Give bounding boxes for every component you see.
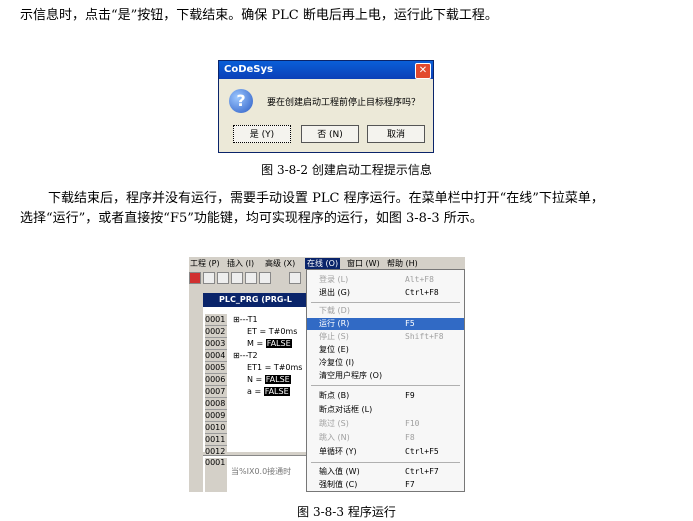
- menu-extras[interactable]: 高级 (X): [265, 258, 295, 269]
- question-icon: ?: [229, 89, 253, 113]
- menu-item-reset[interactable]: 复位 (E): [307, 344, 464, 356]
- code-line: ET1 = T#0ms: [247, 363, 303, 372]
- lower-pane: 0001 当%IX0.0接通时: [203, 455, 313, 492]
- code-line: N = FALSE: [247, 375, 291, 384]
- code-line: M = FALSE: [247, 339, 292, 348]
- menu-item-breakpoint-dialog[interactable]: 断点对话框 (L): [307, 404, 464, 416]
- menu-item-logout[interactable]: 退出 (G) Ctrl+F8: [307, 287, 464, 299]
- paragraph-top: 示信息时，点击“是”按钮，下载结束。确保 PLC 断电后再上电，运行此下载工程。: [20, 8, 498, 23]
- stop-icon[interactable]: [189, 272, 201, 284]
- value-false: FALSE: [265, 339, 292, 348]
- menu-item-run[interactable]: 运行 (R) F5: [307, 318, 464, 330]
- menu-item-cold-reset[interactable]: 冷复位 (I): [307, 357, 464, 369]
- comment-text: 当%IX0.0接通时: [231, 467, 292, 476]
- caption-figure-3-8-3: 图 3-8-3 程序运行: [297, 505, 396, 519]
- codesys-dialog: CoDeSys ✕ ? 要在创建启动工程前停止目标程序吗？ 是 (Y) 否 (N…: [218, 60, 434, 153]
- line-number: 0008: [205, 398, 227, 410]
- menu-item-clear-program[interactable]: 清空用户程序 (O): [307, 370, 464, 382]
- yes-button[interactable]: 是 (Y): [233, 125, 291, 143]
- menu-separator: [311, 462, 460, 463]
- dialog-message: 要在创建启动工程前停止目标程序吗？: [267, 98, 421, 108]
- line-number: 0001: [205, 458, 227, 492]
- menu-item-single-cycle[interactable]: 单循环 (Y) Ctrl+F5: [307, 446, 464, 458]
- menu-online[interactable]: 在线 (O): [305, 258, 341, 269]
- tree-icon[interactable]: [231, 272, 243, 284]
- close-icon[interactable]: ✕: [415, 63, 431, 79]
- line-number: 0004: [205, 350, 227, 362]
- menu-item-download[interactable]: 下载 (D): [307, 305, 464, 317]
- menu-help[interactable]: 帮助 (H): [387, 258, 418, 269]
- line-number: 0010: [205, 422, 227, 434]
- plc-prg-titlebar: PLC_PRG (PRG-L: [203, 293, 313, 307]
- paragraph-mid-line-2: 选择“运行”，或者直接按“F5”功能键，均可实现程序的运行，如图 3-8-3 所…: [20, 211, 483, 226]
- menu-item-force-values[interactable]: 强制值 (C) F7: [307, 479, 464, 491]
- copy-icon[interactable]: [245, 272, 257, 284]
- menu-item-step-in[interactable]: 跳入 (N) F8: [307, 432, 464, 444]
- line-number: 0003: [205, 338, 227, 350]
- code-line: ⊞---T2: [233, 351, 258, 360]
- line-number: 0001: [205, 314, 227, 326]
- line-number: 0011: [205, 434, 227, 446]
- menu-item-step-over[interactable]: 跳过 (S) F10: [307, 418, 464, 430]
- menubar: 工程 (P) 插入 (I) 高级 (X) 在线 (O) 窗口 (W) 帮助 (H…: [189, 257, 465, 269]
- paste-icon[interactable]: [259, 272, 271, 284]
- line-number: 0006: [205, 374, 227, 386]
- code-line: ET = T#0ms: [247, 327, 298, 336]
- menu-separator: [311, 302, 460, 303]
- codesys-screenshot: 工程 (P) 插入 (I) 高级 (X) 在线 (O) 窗口 (W) 帮助 (H…: [189, 257, 465, 492]
- document-icon[interactable]: [217, 272, 229, 284]
- caption-figure-3-8-2: 图 3-8-2 创建启动工程提示信息: [261, 163, 432, 177]
- toolbar: [189, 270, 309, 286]
- menu-item-breakpoint[interactable]: 断点 (B) F9: [307, 390, 464, 402]
- menu-item-login[interactable]: 登录 (L) Alt+F8: [307, 274, 464, 286]
- scissors-icon[interactable]: [289, 272, 301, 284]
- menu-project[interactable]: 工程 (P): [190, 258, 220, 269]
- dialog-title: CoDeSys: [224, 64, 273, 75]
- code-line: ⊞---T1: [233, 315, 258, 324]
- menu-insert[interactable]: 插入 (I): [227, 258, 254, 269]
- online-icon[interactable]: [203, 272, 215, 284]
- code-line: a = FALSE: [247, 387, 290, 396]
- cancel-button[interactable]: 取消: [367, 125, 425, 143]
- value-false: FALSE: [264, 375, 291, 384]
- menu-item-write-values[interactable]: 输入值 (W) Ctrl+F7: [307, 466, 464, 478]
- line-number: 0002: [205, 326, 227, 338]
- dialog-titlebar: CoDeSys ✕: [219, 61, 433, 79]
- online-dropdown-menu: 登录 (L) Alt+F8 退出 (G) Ctrl+F8 下载 (D) 运行 (R)…: [306, 269, 465, 492]
- menu-item-stop[interactable]: 停止 (S) Shift+F8: [307, 331, 464, 343]
- value-false: FALSE: [263, 387, 290, 396]
- line-number: 0005: [205, 362, 227, 374]
- line-number: 0009: [205, 410, 227, 422]
- paragraph-mid-line-1: 下载结束后，程序并没有运行，需要手动设置 PLC 程序运行。在菜单栏中打开“在线…: [48, 191, 604, 206]
- no-button[interactable]: 否 (N): [301, 125, 359, 143]
- line-number: 0007: [205, 386, 227, 398]
- menu-window[interactable]: 窗口 (W): [347, 258, 380, 269]
- menu-separator: [311, 385, 460, 386]
